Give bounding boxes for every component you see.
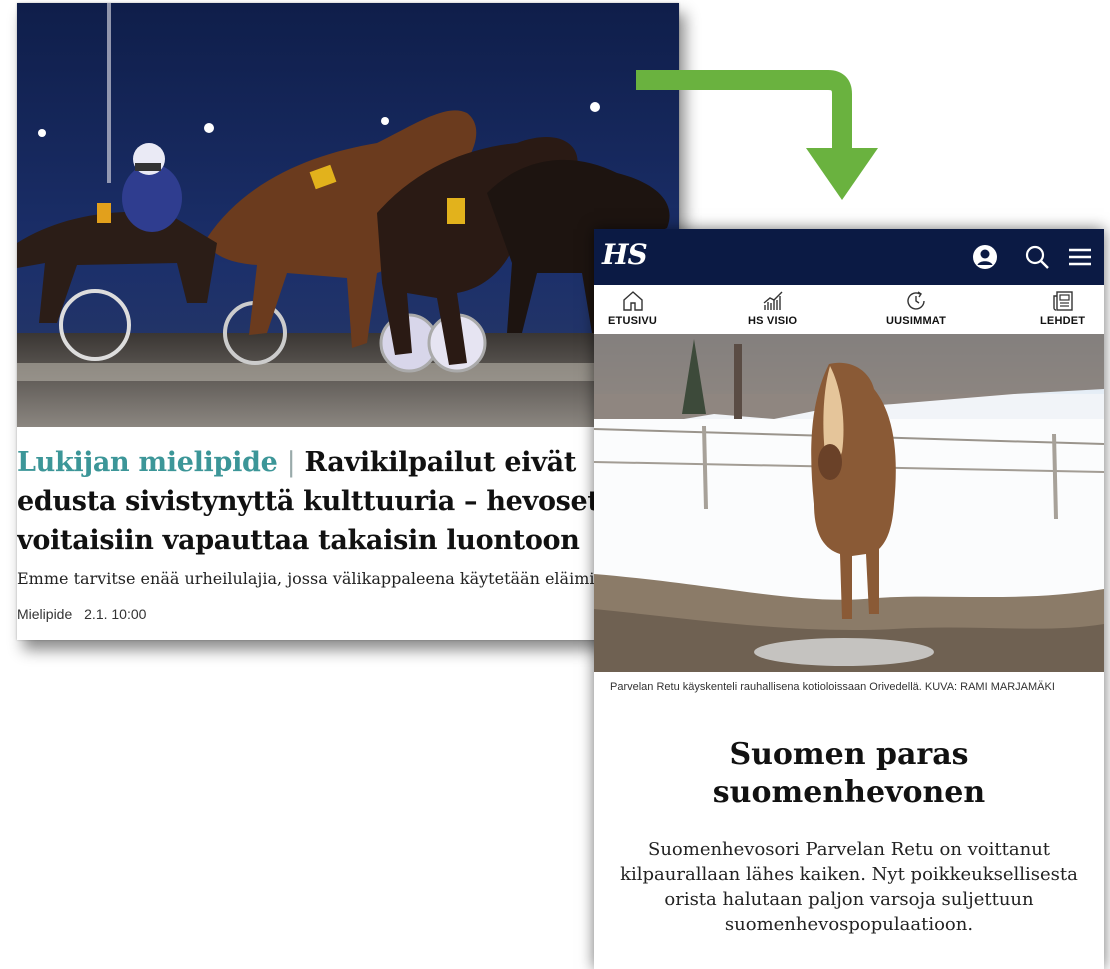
clock-icon bbox=[907, 291, 925, 310]
hs-logo[interactable]: HS bbox=[602, 238, 648, 271]
article-lead: Emme tarvitse enää urheilulajia, jossa v… bbox=[17, 569, 610, 588]
section-label[interactable]: Mielipide bbox=[17, 606, 72, 622]
article-meta: Mielipide 2.1. 10:00 bbox=[17, 606, 146, 622]
nav-label: HS VISIO bbox=[748, 315, 798, 327]
chart-icon bbox=[763, 291, 783, 310]
top-header-bar: HS bbox=[594, 229, 1104, 285]
nav-item-uusimmat[interactable]: UUSIMMAT bbox=[886, 289, 946, 327]
menu-icon[interactable] bbox=[1066, 243, 1094, 271]
newspaper-icon bbox=[1052, 291, 1073, 311]
timestamp: 2.1. 10:00 bbox=[84, 606, 147, 622]
section-nav: ETUSIVU HS VISIO UUSIMMAT LEHDET bbox=[594, 285, 1104, 335]
headline-separator: | bbox=[286, 447, 296, 478]
nav-item-etusivu[interactable]: ETUSIVU bbox=[608, 289, 657, 327]
nav-item-lehdet[interactable]: LEHDET bbox=[1040, 289, 1085, 327]
mobile-article-view: HS ETUSIVU HS VISIO UUSIMMAT LEHDET Parv… bbox=[594, 229, 1104, 969]
article-title: Suomen paras suomenhevonen bbox=[712, 737, 986, 810]
nav-label: ETUSIVU bbox=[608, 315, 658, 327]
search-icon[interactable] bbox=[1023, 243, 1051, 271]
nav-label: UUSIMMAT bbox=[886, 315, 947, 327]
nav-item-hs-visio[interactable]: HS VISIO bbox=[748, 289, 797, 327]
arrow-head bbox=[806, 148, 878, 200]
harness-racing-photo bbox=[17, 3, 679, 427]
photo-caption: Parvelan Retu käyskenteli rauhallisena k… bbox=[610, 681, 1055, 693]
article-headline[interactable]: Lukijan mielipide | Ravikilpailut eivät … bbox=[17, 443, 617, 560]
user-icon[interactable] bbox=[971, 243, 999, 271]
horse-photo bbox=[594, 334, 1104, 672]
article-card-harness-racing[interactable]: Lukijan mielipide | Ravikilpailut eivät … bbox=[17, 3, 679, 640]
nav-label: LEHDET bbox=[1040, 315, 1086, 327]
article-lead: Suomenhevosori Parvelan Retu on voittanu… bbox=[620, 839, 1078, 935]
home-icon bbox=[622, 291, 643, 311]
headline-kicker: Lukijan mielipide bbox=[17, 447, 278, 478]
